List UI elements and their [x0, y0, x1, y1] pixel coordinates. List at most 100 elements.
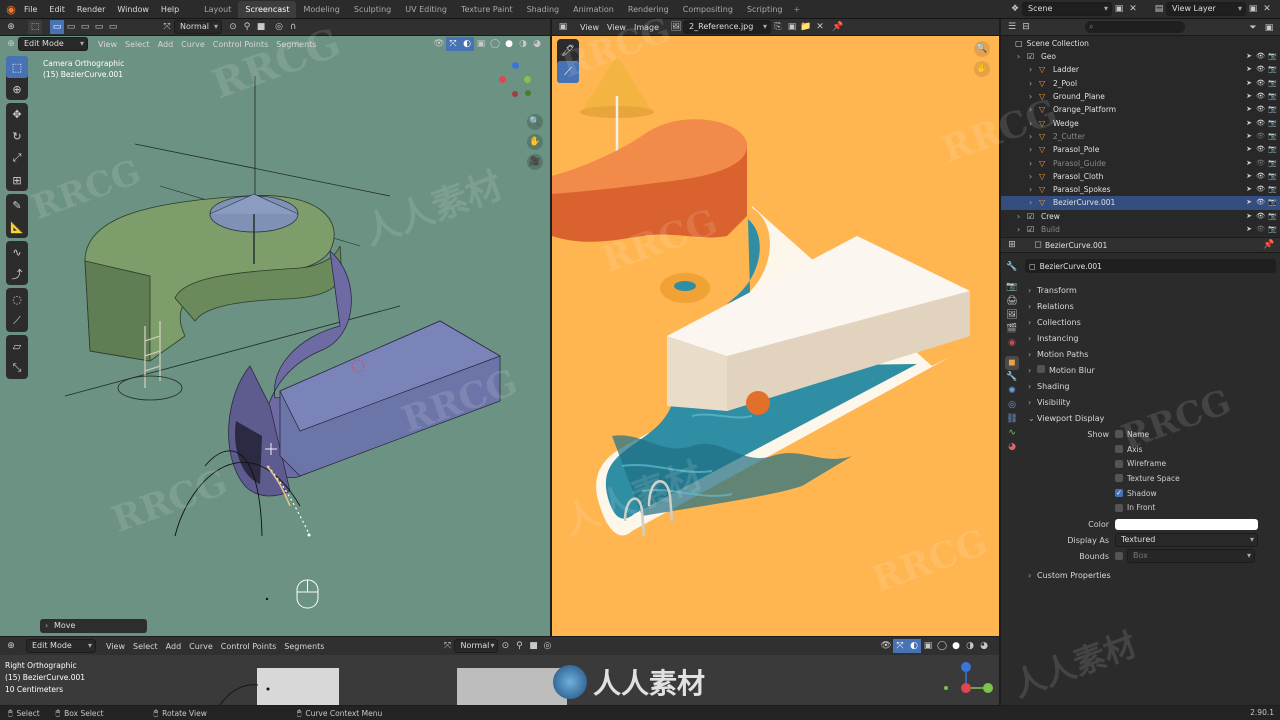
eye-icon[interactable]: 👁 [1256, 77, 1265, 90]
bottom-mode-dropdown[interactable]: Edit Mode [26, 639, 96, 653]
select-arrow-icon[interactable]: ➤ [1246, 143, 1252, 156]
collection-checkbox-icon[interactable]: ☑ [1027, 50, 1034, 63]
section-visibility[interactable]: Visibility [1025, 395, 1276, 411]
section-motion-blur[interactable]: Motion Blur [1025, 363, 1276, 379]
particles-tab-icon[interactable]: ✺ [1005, 384, 1019, 398]
expand-arrow-icon[interactable]: › [1029, 63, 1032, 76]
outliner-row[interactable]: › ▽ Orange_Platform ➤ 👁 📷 [1001, 103, 1280, 116]
show-texture-space-row[interactable]: Texture Space [1037, 471, 1276, 486]
menu-view[interactable]: View [576, 20, 603, 35]
camera-icon[interactable]: 📷 [1268, 183, 1277, 196]
view-layer-tab-icon[interactable]: 🖼 [1005, 308, 1019, 322]
tab-screencast[interactable]: Screencast [238, 1, 297, 18]
material-shading-icon[interactable]: ◑ [963, 639, 977, 653]
unlink-image-icon[interactable]: ✕ [813, 20, 827, 34]
show-wireframe-row[interactable]: Wireframe [1037, 456, 1276, 471]
display-mode-icon[interactable]: ⊟ [1019, 20, 1033, 34]
expand-arrow-icon[interactable]: › [1029, 103, 1032, 116]
section-collections[interactable]: Collections [1025, 315, 1276, 331]
camera-icon[interactable]: 📷 [1268, 63, 1277, 76]
eye-icon[interactable]: 👁 [1256, 130, 1265, 143]
modifier-tab-icon[interactable]: 🔧 [1005, 370, 1019, 384]
tool-tab-icon[interactable]: 🔧 [1005, 260, 1019, 274]
expand-arrow-icon[interactable]: › [1017, 210, 1020, 223]
outliner-row[interactable]: › ▽ Ladder ➤ 👁 📷 [1001, 63, 1280, 76]
fake-user-icon[interactable]: ⎘ [771, 20, 785, 34]
viewport-3d[interactable]: ⊕ Edit Mode ViewSelectAddCurveControl Po… [0, 36, 550, 636]
constraints-tab-icon[interactable]: ⛓ [1005, 412, 1019, 426]
tab-modeling[interactable]: Modeling [296, 1, 346, 18]
menu-add[interactable]: Add [162, 639, 186, 654]
outliner-row[interactable]: › ☑ Geo ➤ 👁 📷 [1001, 50, 1280, 63]
last-operator-panel[interactable]: › Move [40, 619, 147, 633]
eye-icon[interactable]: 👁 [1256, 210, 1265, 223]
add-workspace-button[interactable]: + [789, 2, 804, 17]
outliner-row[interactable]: › ☑ Build ➤ 👁 📷 [1001, 223, 1280, 236]
pin-icon[interactable]: 📌 [1262, 238, 1276, 252]
remove-view-layer-icon[interactable]: ✕ [1260, 2, 1274, 16]
expand-arrow-icon[interactable]: › [1029, 77, 1032, 90]
pin-icon[interactable]: 📌 [831, 20, 845, 34]
select-invert-icon[interactable]: ▭ [92, 20, 106, 34]
menu-edit[interactable]: Edit [43, 0, 71, 19]
scene-selector[interactable]: ❖ Scene ▣ ✕ [1008, 2, 1140, 16]
camera-icon[interactable]: 📷 [1268, 103, 1277, 116]
pivot-icon[interactable]: ⊙ [498, 639, 512, 653]
xray-icon[interactable]: ▣ [921, 639, 935, 653]
snap-target-icon[interactable]: ■ [526, 639, 540, 653]
object-tab-icon[interactable]: ◼ [1005, 356, 1019, 370]
bottom-orientation-dropdown[interactable]: Normal [454, 639, 499, 653]
expand-arrow-icon[interactable]: › [1029, 170, 1032, 183]
show-axis-row[interactable]: Axis [1037, 442, 1276, 457]
expand-arrow-icon[interactable]: › [1029, 157, 1032, 170]
expand-arrow-icon[interactable]: › [1029, 130, 1032, 143]
tab-scripting[interactable]: Scripting [740, 1, 790, 18]
select-arrow-icon[interactable]: ➤ [1246, 183, 1252, 196]
open-image-icon[interactable]: 📁 [799, 20, 813, 34]
checkbox[interactable] [1115, 430, 1123, 439]
display-as-dropdown[interactable]: Textured [1115, 533, 1258, 548]
pivot-icon[interactable]: ⊙ [226, 20, 240, 34]
scene-name[interactable]: Scene [1022, 2, 1112, 16]
camera-icon[interactable]: 📷 [1268, 223, 1277, 236]
select-arrow-icon[interactable]: ➤ [1246, 210, 1252, 223]
show-in-front-row[interactable]: In Front [1037, 500, 1276, 515]
show-shadow-row[interactable]: ✓ Shadow [1037, 486, 1276, 501]
image-editor-type-icon[interactable]: ▣ [556, 20, 570, 34]
select-arrow-icon[interactable]: ➤ [1246, 77, 1252, 90]
material-tab-icon[interactable]: ◕ [1005, 440, 1019, 454]
properties-type-icon[interactable]: ⊞ [1005, 238, 1019, 252]
eye-icon[interactable]: 👁 [1256, 183, 1265, 196]
camera-icon[interactable]: 📷 [1268, 90, 1277, 103]
menu-window[interactable]: Window [111, 0, 155, 19]
proportional-edit-icon[interactable]: ◎ [272, 20, 286, 34]
select-arrow-icon[interactable]: ➤ [1246, 170, 1252, 183]
section-transform[interactable]: Transform [1025, 283, 1276, 299]
bottom-viewport[interactable]: ⊕ Edit Mode ViewSelectAddCurveControl Po… [0, 637, 999, 705]
select-arrow-icon[interactable]: ➤ [1246, 117, 1252, 130]
outliner-row[interactable]: › ▽ Parasol_Guide ➤ 👁 📷 [1001, 156, 1280, 169]
scene-collection-row[interactable]: ▢ Scene Collection [1001, 36, 1280, 50]
select-arrow-icon[interactable]: ➤ [1246, 196, 1252, 209]
tab-texture-paint[interactable]: Texture Paint [454, 1, 520, 18]
outliner-row[interactable]: › ▽ 2_Pool ➤ 👁 📷 [1001, 77, 1280, 90]
menu-help[interactable]: Help [155, 0, 185, 19]
tab-animation[interactable]: Animation [566, 1, 621, 18]
eye-icon[interactable]: 👁 [1256, 143, 1265, 156]
image-name-field[interactable]: 2_Reference.jpg [683, 20, 772, 34]
menu-select[interactable]: Select [129, 639, 162, 654]
outliner-row[interactable]: › ▽ 2_Cutter ➤ 👁 📷 [1001, 130, 1280, 143]
physics-tab-icon[interactable]: ◎ [1005, 398, 1019, 412]
outliner-row[interactable]: › ▽ Wedge ➤ 👁 📷 [1001, 116, 1280, 129]
checkbox[interactable] [1115, 445, 1123, 454]
select-extend-icon[interactable]: ▭ [64, 20, 78, 34]
eye-icon[interactable]: 👁 [1256, 50, 1265, 63]
rendered-shading-icon[interactable]: ◕ [977, 639, 991, 653]
eye-icon[interactable]: 👁 [1256, 90, 1265, 103]
editor-type-icon[interactable]: ⊕ [4, 639, 18, 653]
section-motion-paths[interactable]: Motion Paths [1025, 347, 1276, 363]
outliner-row[interactable]: › ☑ Crew ➤ 👁 📷 [1001, 210, 1280, 223]
select-arrow-icon[interactable]: ➤ [1246, 157, 1252, 170]
menu-render[interactable]: Render [71, 0, 111, 19]
custom-properties-section[interactable]: Custom Properties [1025, 568, 1276, 584]
